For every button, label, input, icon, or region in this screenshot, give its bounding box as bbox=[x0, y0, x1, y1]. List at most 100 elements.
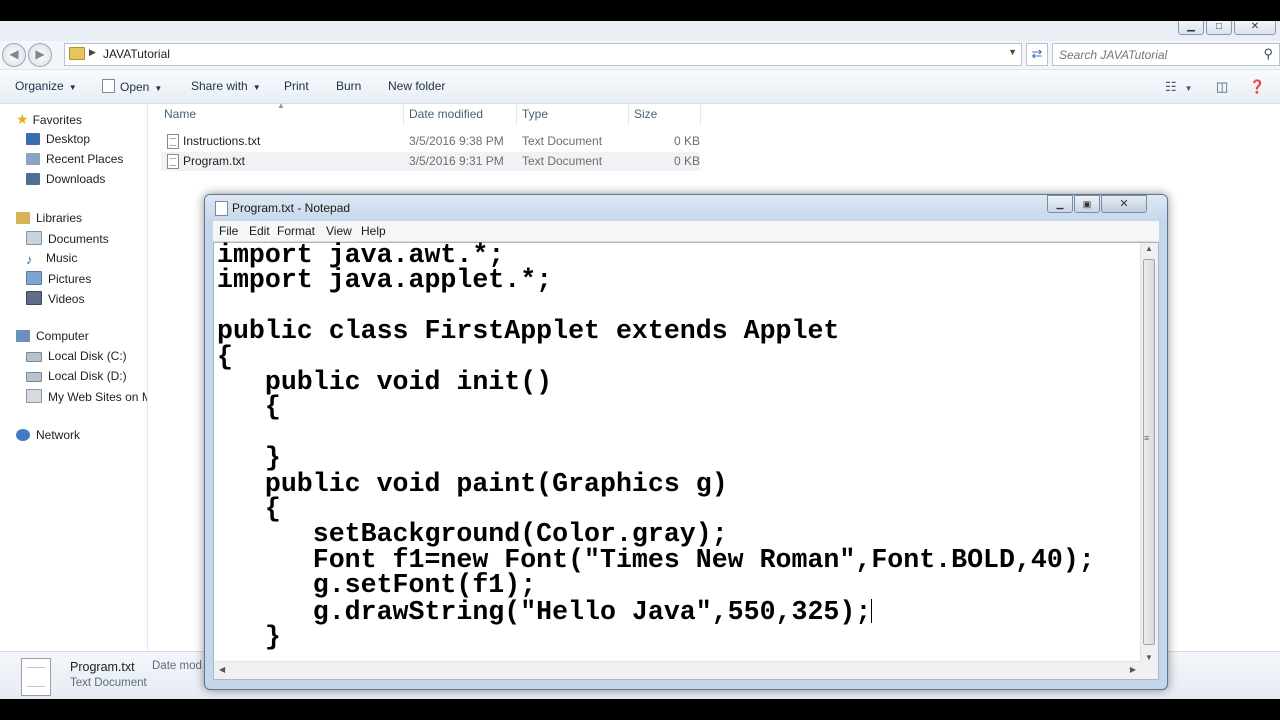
back-button[interactable]: ◀ bbox=[2, 43, 26, 67]
downloads-icon bbox=[26, 173, 40, 185]
nav-favorites[interactable]: ★ Favorites bbox=[16, 111, 82, 131]
nav-local-disk-c-label: Local Disk (C:) bbox=[48, 349, 127, 363]
documents-icon bbox=[26, 231, 42, 245]
nav-local-disk-c[interactable]: Local Disk (C:) bbox=[26, 349, 127, 369]
desktop-icon bbox=[26, 133, 40, 145]
address-bar[interactable]: ▶ JAVATutorial ▼ bbox=[64, 43, 1022, 66]
text-file-icon bbox=[167, 154, 179, 169]
new-folder-button[interactable]: New folder bbox=[388, 79, 445, 93]
open-label: Open bbox=[120, 80, 150, 94]
code-text[interactable]: import java.awt.*; import java.applet.*;… bbox=[217, 240, 1095, 652]
menu-file[interactable]: File bbox=[219, 224, 238, 238]
column-divider[interactable] bbox=[700, 103, 701, 125]
refresh-button[interactable]: ⇄ bbox=[1026, 43, 1048, 66]
folder-icon bbox=[69, 47, 85, 60]
vertical-scrollbar[interactable]: ▲ ≡ ▼ bbox=[1140, 243, 1158, 663]
share-with-button[interactable]: Share with ▼ bbox=[191, 79, 261, 93]
column-header-size[interactable]: Size bbox=[634, 107, 657, 121]
pictures-icon bbox=[26, 271, 42, 285]
nav-pictures[interactable]: Pictures bbox=[26, 271, 91, 291]
help-button[interactable]: ❓ bbox=[1249, 79, 1265, 95]
nav-my-web-sites-label: My Web Sites on MS bbox=[48, 390, 147, 404]
view-options-button[interactable]: ☷ ▼ bbox=[1165, 79, 1193, 95]
column-divider[interactable] bbox=[403, 103, 404, 125]
notepad-minimize-button[interactable]: ▁ bbox=[1047, 195, 1073, 213]
nav-downloads-label: Downloads bbox=[46, 172, 106, 186]
nav-favorites-label: Favorites bbox=[32, 113, 82, 127]
vertical-scroll-thumb[interactable] bbox=[1143, 259, 1155, 645]
search-input[interactable] bbox=[1053, 44, 1251, 65]
nav-recent-places[interactable]: Recent Places bbox=[26, 152, 123, 172]
caret-down-icon: ▼ bbox=[252, 83, 261, 92]
column-header-type[interactable]: Type bbox=[522, 107, 548, 121]
open-button[interactable]: Open ▼ bbox=[102, 79, 162, 94]
caret-down-icon: ▼ bbox=[1184, 84, 1193, 93]
nav-downloads[interactable]: Downloads bbox=[26, 172, 105, 192]
notepad-close-button[interactable]: ✕ bbox=[1101, 195, 1147, 213]
print-button[interactable]: Print bbox=[284, 79, 309, 93]
nav-desktop[interactable]: Desktop bbox=[26, 132, 90, 152]
sort-up-icon: ▲ bbox=[277, 101, 285, 110]
scroll-left-icon[interactable]: ◀ bbox=[219, 665, 225, 674]
text-file-large-icon bbox=[21, 658, 51, 696]
caret-down-icon: ▼ bbox=[154, 84, 163, 93]
burn-button[interactable]: Burn bbox=[336, 79, 361, 93]
notepad-window-controls: ▁ ▣ ✕ bbox=[1047, 195, 1147, 213]
code-body: import java.awt.*; import java.applet.*;… bbox=[217, 240, 1095, 627]
scroll-right-icon[interactable]: ▶ bbox=[1130, 665, 1136, 674]
address-row: ◀ ▶ ▶ JAVATutorial ▼ ⇄ ⚲ bbox=[0, 41, 1280, 70]
file-row[interactable]: Instructions.txt 3/5/2016 9:38 PM Text D… bbox=[161, 132, 700, 151]
nav-network-label: Network bbox=[36, 428, 81, 442]
libraries-icon bbox=[16, 212, 30, 224]
nav-local-disk-d-label: Local Disk (D:) bbox=[48, 369, 127, 383]
menu-format[interactable]: Format bbox=[277, 224, 315, 238]
nav-network[interactable]: Network bbox=[16, 428, 80, 448]
menu-help[interactable]: Help bbox=[361, 224, 386, 238]
forward-button[interactable]: ▶ bbox=[28, 43, 52, 67]
nav-my-web-sites[interactable]: My Web Sites on MS bbox=[26, 389, 147, 409]
search-icon[interactable]: ⚲ bbox=[1263, 46, 1273, 62]
nav-music[interactable]: ♪ Music bbox=[26, 251, 77, 271]
organize-button[interactable]: Organize ▼ bbox=[15, 79, 77, 93]
column-divider[interactable] bbox=[516, 103, 517, 125]
notepad-icon bbox=[215, 201, 228, 216]
column-header-name[interactable]: Name bbox=[164, 107, 196, 121]
nav-documents[interactable]: Documents bbox=[26, 231, 109, 251]
refresh-icon: ⇄ bbox=[1031, 46, 1043, 61]
file-row[interactable]: Program.txt 3/5/2016 9:31 PM Text Docume… bbox=[161, 152, 700, 171]
minimize-button[interactable]: ▁ bbox=[1178, 21, 1204, 35]
nav-videos-label: Videos bbox=[48, 292, 85, 306]
file-type: Text Document bbox=[522, 154, 603, 168]
scroll-down-icon[interactable]: ▼ bbox=[1145, 653, 1153, 662]
scroll-up-icon[interactable]: ▲ bbox=[1145, 244, 1153, 253]
star-icon: ★ bbox=[16, 111, 29, 127]
details-file-name: Program.txt bbox=[70, 660, 135, 674]
breadcrumb-path[interactable]: JAVATutorial bbox=[103, 47, 170, 61]
horizontal-scrollbar[interactable]: ◀ ▶ bbox=[214, 661, 1141, 679]
share-with-label: Share with bbox=[191, 79, 248, 93]
notepad-titlebar[interactable]: Program.txt - Notepad ▁ ▣ ✕ bbox=[205, 195, 1167, 221]
nav-music-label: Music bbox=[46, 251, 78, 265]
caret-down-icon: ▼ bbox=[68, 83, 77, 92]
nav-local-disk-d[interactable]: Local Disk (D:) bbox=[26, 369, 127, 389]
file-type: Text Document bbox=[522, 134, 603, 148]
menu-edit[interactable]: Edit bbox=[249, 224, 270, 238]
nav-libraries[interactable]: Libraries bbox=[16, 211, 82, 231]
nav-computer[interactable]: Computer bbox=[16, 329, 89, 349]
file-name: Instructions.txt bbox=[183, 134, 261, 148]
close-button[interactable]: ✕ bbox=[1234, 21, 1276, 35]
breadcrumb-chevron-icon[interactable]: ▶ bbox=[89, 47, 96, 58]
nav-libraries-label: Libraries bbox=[36, 211, 83, 225]
text-editor-area[interactable]: import java.awt.*; import java.applet.*;… bbox=[213, 242, 1159, 680]
file-size: 0 KB bbox=[674, 134, 701, 148]
maximize-button[interactable]: □ bbox=[1206, 21, 1232, 35]
menu-view[interactable]: View bbox=[326, 224, 352, 238]
preview-pane-button[interactable]: ◫ bbox=[1216, 79, 1228, 95]
column-header-date-modified[interactable]: Date modified bbox=[409, 107, 483, 121]
nav-videos[interactable]: Videos bbox=[26, 291, 84, 311]
column-divider[interactable] bbox=[628, 103, 629, 125]
nav-pictures-label: Pictures bbox=[48, 272, 92, 286]
address-dropdown-icon[interactable]: ▼ bbox=[1008, 47, 1017, 57]
notepad-maximize-button[interactable]: ▣ bbox=[1074, 195, 1100, 213]
search-box[interactable]: ⚲ bbox=[1052, 43, 1280, 66]
